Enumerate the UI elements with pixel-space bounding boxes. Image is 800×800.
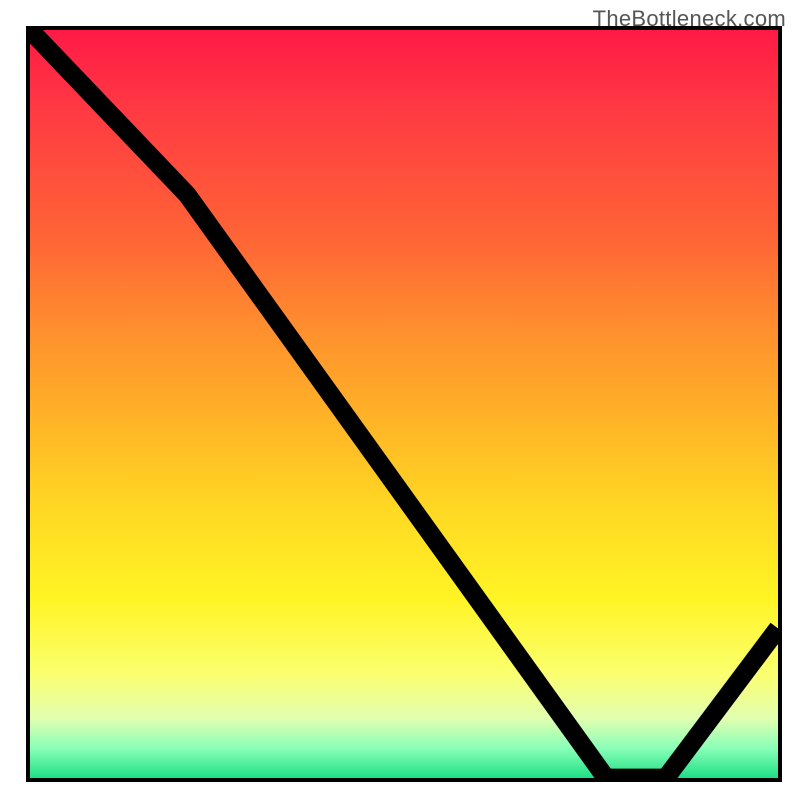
bottleneck-curve-line: [30, 30, 778, 778]
bottleneck-chart-svg: [30, 30, 778, 778]
watermark-label: TheBottleneck.com: [593, 6, 786, 32]
plot-area: [26, 26, 782, 782]
chart-container: TheBottleneck.com: [0, 0, 800, 800]
